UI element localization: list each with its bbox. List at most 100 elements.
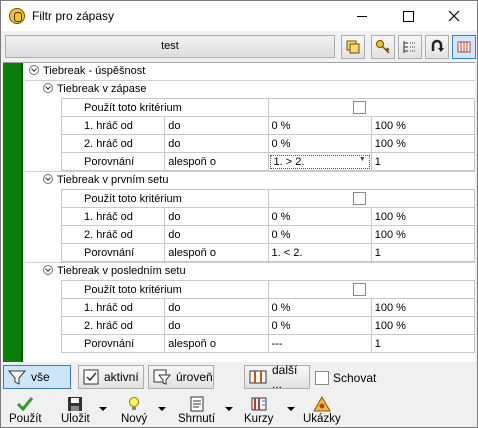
expand-icon[interactable] (43, 174, 53, 185)
odds-chart-icon (251, 395, 267, 413)
expand-icon[interactable] (43, 265, 53, 276)
row-label: 1. hráč od (60, 207, 166, 226)
rates-dropdown-arrow[interactable] (287, 407, 295, 411)
root-label: Tiebreak - úspěšnost (43, 65, 146, 77)
comparison-value[interactable]: 1. < 2. (267, 243, 372, 262)
from-value[interactable]: 0 % (267, 316, 372, 335)
use-criterion-checkbox[interactable] (352, 101, 366, 114)
preset-button[interactable]: test (5, 35, 335, 58)
row-label: 1. hráč od (60, 116, 166, 135)
criteria-table: Použít toto kritérium 1. hráč od do 0 % … (60, 189, 475, 262)
summary-dropdown-arrow[interactable] (225, 407, 233, 411)
undo-button[interactable] (425, 35, 449, 59)
criteria-table: Použít toto kritérium 1. hráč od do 0 % … (60, 280, 475, 353)
level-button[interactable]: úroveň (148, 365, 214, 389)
row-to-label: do (164, 207, 269, 226)
examples-label: Ukázky (303, 413, 341, 425)
to-value[interactable]: 100 % (370, 298, 475, 317)
expand-icon[interactable] (29, 65, 39, 76)
top-toolbar: test (1, 32, 477, 62)
close-icon (448, 10, 460, 22)
summary-button[interactable]: Shrnutí (178, 395, 215, 425)
apply-button[interactable]: Použít (9, 395, 42, 425)
from-value[interactable]: 0 % (267, 225, 372, 244)
checkmark-icon (16, 395, 34, 413)
from-value[interactable]: 0 % (267, 298, 372, 317)
copy-button[interactable] (341, 35, 365, 59)
table-row: 2. hráč od do 0 % 100 % (60, 134, 475, 153)
show-all-label: vše (31, 370, 50, 384)
to-value[interactable]: 100 % (370, 134, 475, 153)
key-button[interactable] (371, 35, 395, 59)
rates-label: Kurzy (244, 413, 274, 425)
comparison-cell[interactable]: 1. > 2. ▼ (267, 152, 372, 171)
table-row: 2. hráč od do 0 % 100 % (60, 225, 475, 244)
table-row: Použít toto kritérium (61, 98, 475, 117)
row-label: 2. hráč od (60, 134, 166, 153)
save-button[interactable]: Uložit (61, 395, 90, 425)
list-button[interactable] (398, 35, 422, 59)
margin-value[interactable]: 1 (370, 152, 475, 171)
section-header[interactable]: Tiebreak v zápase (25, 80, 475, 98)
row-label: 2. hráč od (60, 316, 166, 335)
more-button[interactable]: další ... (244, 363, 310, 391)
row-to-label: do (164, 298, 269, 317)
use-criterion-label: Použít toto kritérium (61, 280, 269, 299)
close-button[interactable] (431, 1, 477, 31)
hide-toggle[interactable]: Schovat (315, 371, 376, 385)
row-label: 1. hráč od (60, 298, 166, 317)
use-criterion-cell (267, 98, 475, 117)
to-value[interactable]: 100 % (370, 316, 475, 335)
columns-icon (457, 41, 471, 53)
floppy-disk-icon (67, 395, 83, 413)
tree-list-icon (403, 41, 416, 53)
root-node[interactable]: Tiebreak - úspěšnost (25, 63, 475, 80)
comparison-value[interactable]: --- (267, 334, 372, 353)
maximize-button[interactable] (385, 1, 431, 31)
section-header[interactable]: Tiebreak v prvním setu (25, 171, 475, 189)
section-match: Tiebreak v zápase Použít toto kritérium … (25, 80, 475, 171)
to-value[interactable]: 100 % (370, 116, 475, 135)
row-label: Porovnání (60, 152, 166, 171)
table-row: Porovnání alespoň o 1. < 2. 1 (60, 243, 475, 262)
chevron-down-icon[interactable]: ▼ (359, 156, 366, 168)
save-dropdown-arrow[interactable] (99, 407, 107, 411)
from-value[interactable]: 0 % (267, 134, 372, 153)
table-row: Použít toto kritérium (61, 280, 475, 299)
rates-button[interactable]: Kurzy (244, 395, 273, 425)
to-value[interactable]: 100 % (370, 225, 475, 244)
section-title: Tiebreak v prvním setu (57, 174, 169, 186)
new-button[interactable]: Nový (121, 395, 147, 425)
section-last-set: Tiebreak v posledním setu Použít toto kr… (25, 262, 475, 353)
title-bar: Filtr pro zápasy (1, 1, 477, 31)
undo-icon (431, 39, 444, 52)
margin-value[interactable]: 1 (370, 334, 475, 353)
criteria-table: Použít toto kritérium 1. hráč od do 0 % … (60, 98, 475, 171)
row-label: 2. hráč od (60, 225, 166, 244)
expand-icon[interactable] (43, 83, 53, 94)
columns-button[interactable] (452, 35, 476, 59)
checkbox-icon (83, 369, 99, 385)
active-button[interactable]: aktivní (78, 365, 144, 389)
summary-document-icon (189, 395, 205, 413)
from-value[interactable]: 0 % (267, 207, 372, 226)
row-to-label: do (164, 316, 269, 335)
use-criterion-checkbox[interactable] (352, 192, 366, 205)
examples-button[interactable]: Ukázky (303, 395, 341, 425)
section-title: Tiebreak v zápase (57, 83, 147, 95)
app-icon (9, 8, 25, 24)
new-dropdown-arrow[interactable] (158, 407, 166, 411)
key-icon (376, 40, 390, 54)
section-header[interactable]: Tiebreak v posledním setu (25, 262, 475, 280)
minimize-button[interactable] (339, 1, 385, 31)
hide-checkbox[interactable] (315, 371, 329, 385)
filter-bar: vše aktivní úroveň další ... Schovat (1, 362, 477, 392)
margin-value[interactable]: 1 (370, 243, 475, 262)
show-all-button[interactable]: vše (3, 365, 71, 389)
level-label: úroveň (176, 370, 213, 384)
more-label: další ... (272, 363, 298, 391)
to-value[interactable]: 100 % (370, 207, 475, 226)
from-value[interactable]: 0 % (267, 116, 372, 135)
comparison-dropdown[interactable]: 1. > 2. ▼ (269, 154, 370, 169)
use-criterion-checkbox[interactable] (352, 283, 366, 296)
